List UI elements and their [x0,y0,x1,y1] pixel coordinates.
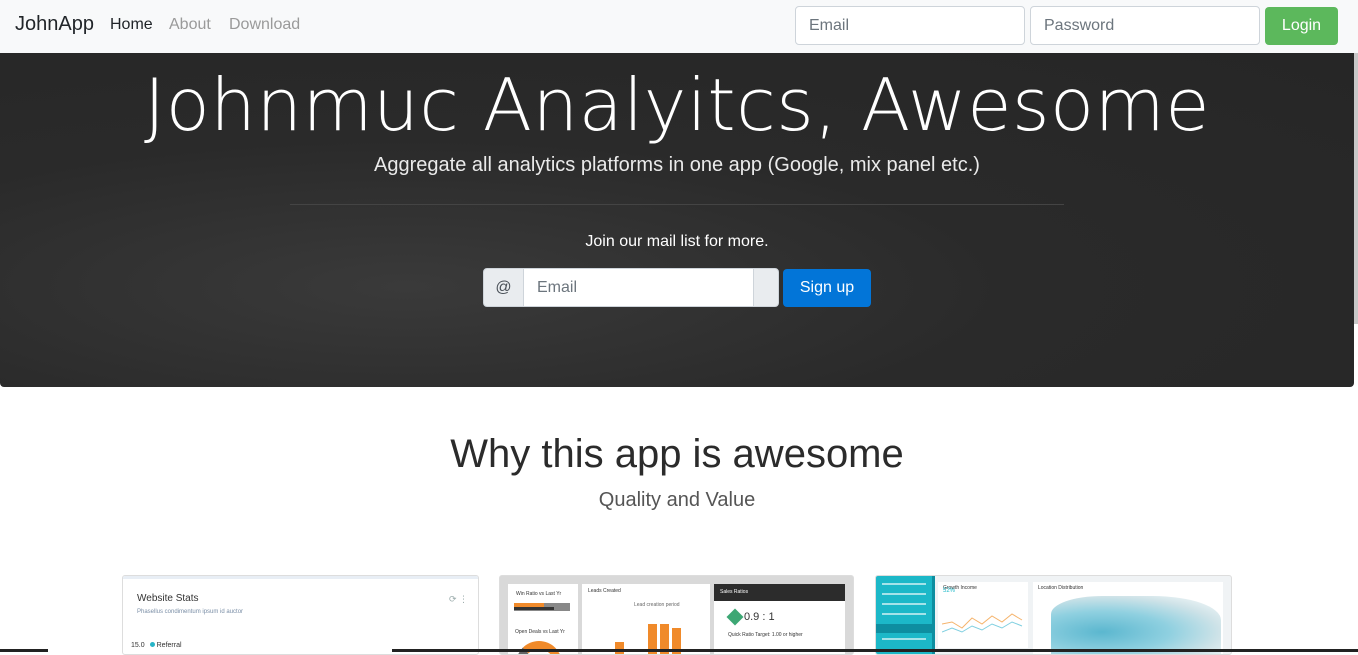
sidebar-item [882,603,926,605]
card-title: Website Stats [137,593,199,604]
signup-button[interactable]: Sign up [783,269,871,307]
features-subtitle: Quality and Value [598,489,756,511]
ratio-value: 0.9 : 1 [744,611,775,623]
world-map [1051,596,1221,654]
sidebar-edge [932,576,935,654]
hero-title: Johnmuc Analyitcs, Awesome [143,63,1211,147]
nav-about[interactable]: About [169,16,211,34]
location-label: Location Distribution [1038,585,1084,591]
signup-email-input[interactable]: Email [523,268,754,307]
sidebar-item [882,613,926,615]
feature-card-admin-dashboard: Growth Income 52% Location Distribution [875,575,1232,655]
growth-value: 52% [943,588,956,594]
leads-label: Leads Created [588,588,621,594]
leads-panel [582,584,710,654]
quick-ratio-label: Quick Ratio Target: 1.00 or higher [728,632,803,638]
sales-ratios-label: Sales Ratios [720,589,749,595]
lead-period-label: Lead creation period [634,602,680,608]
legend-value: 15.0 [131,642,145,649]
hero-subtitle: Aggregate all analytics platforms in one… [374,154,980,176]
card-subtitle: Phasellus condimentum ipsum id auctor [137,609,244,615]
legend-referral: 15.0 Referral [131,642,182,649]
growth-line-chart [942,613,1023,633]
sidebar-panel [876,576,932,654]
login-button[interactable]: Login [1265,7,1338,45]
navbar: JohnApp Home About Download Email Passwo… [0,0,1358,53]
legend-label: Referral [156,642,182,649]
refresh-icon: ⟳ ⋮ [448,594,468,604]
dot-icon [149,642,155,647]
mail-list-label: Join our mail list for more. [585,233,769,250]
feature-card-website-stats: Website Stats Phasellus condimentum ipsu… [122,575,479,655]
sidebar-item [882,593,926,595]
nav-download[interactable]: Download [229,16,300,34]
sidebar-item [882,638,926,640]
win-bar-target [514,607,554,610]
input-addon-end [753,268,779,307]
nav-email-input[interactable]: Email [795,6,1025,45]
scrollbar[interactable] [1354,53,1358,324]
sidebar-active-item [876,624,932,633]
at-addon: @ [483,268,524,307]
card-top-bar [123,576,478,579]
hero-divider [290,204,1064,205]
brand-logo[interactable]: JohnApp [15,13,94,36]
sidebar-item [882,583,926,585]
win-ratio-label: Win Ratio vs Last Yr [516,591,562,597]
open-deals-label: Open Deals vs Last Yr [515,629,565,635]
nav-home[interactable]: Home [110,16,153,34]
features-title: Why this app is awesome [450,432,904,476]
hero-jumbotron: Johnmuc Analyitcs, Awesome Aggregate all… [0,53,1354,387]
feature-card-sales-dashboard: Win Ratio vs Last Yr Open Deals vs Last … [499,575,854,655]
nav-password-input[interactable]: Password [1030,6,1260,45]
